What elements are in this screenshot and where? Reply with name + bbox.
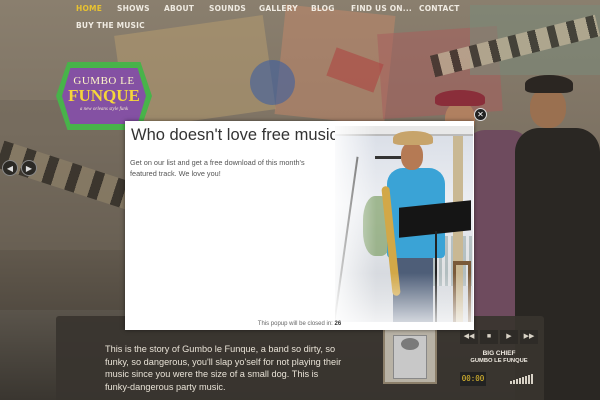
main-nav: HOME SHOWS ABOUT SOUNDS GALLERY BLOG FIN… — [0, 0, 600, 38]
nav-about[interactable]: ABOUT — [164, 4, 194, 13]
band-story-text: This is the story of Gumbo le Funque, a … — [105, 344, 342, 392]
track-time: 00:00 — [460, 372, 486, 386]
band-member-hat — [435, 90, 485, 106]
nav-contact[interactable]: CONTACT — [419, 4, 460, 13]
popup-title: Who doesn't love free music? — [131, 126, 347, 144]
close-icon[interactable]: ✕ — [474, 108, 487, 121]
logo-tagline: a new orleans style funk — [79, 107, 129, 112]
nav-row: HOME SHOWS ABOUT SOUNDS GALLERY BLOG FIN… — [0, 4, 600, 14]
popup-body: Get on our list and get a free download … — [130, 158, 305, 178]
play-icon[interactable]: ▶ — [500, 330, 518, 344]
music-player: ◀◀ ■ ▶ ▶▶ BIG CHIEF GUMBO LE FUNQUE 00:0… — [458, 328, 540, 390]
album-art-badge — [401, 338, 419, 350]
album-art — [383, 328, 437, 384]
nav-buy-the-music[interactable]: BUY THE MUSIC — [76, 21, 145, 30]
mural-panel — [250, 60, 295, 105]
fast-forward-icon[interactable]: ▶▶ — [520, 330, 538, 344]
nav-gallery[interactable]: GALLERY — [259, 4, 298, 13]
chevron-left-icon[interactable]: ◀ — [2, 160, 18, 176]
band-member-hat — [525, 75, 573, 93]
track-artist: GUMBO LE FUNQUE — [470, 358, 528, 364]
nav-row: BUY THE MUSIC — [0, 21, 600, 31]
popup-band-photo — [335, 126, 473, 322]
nav-find-us-on[interactable]: FIND US ON... — [351, 4, 412, 13]
nav-shows[interactable]: SHOWS — [117, 4, 150, 13]
player-controls: ◀◀ ■ ▶ ▶▶ — [460, 330, 538, 344]
popup-countdown: This popup will be closed in: 26 — [125, 321, 474, 327]
rewind-icon[interactable]: ◀◀ — [460, 330, 478, 344]
nav-home[interactable]: HOME — [76, 4, 102, 13]
volume-icon[interactable] — [510, 374, 536, 384]
nav-sounds[interactable]: SOUNDS — [209, 4, 246, 13]
chevron-right-icon[interactable]: ▶ — [21, 160, 37, 176]
stop-icon[interactable]: ■ — [480, 330, 498, 344]
signup-popup: Who doesn't love free music? Get on our … — [125, 121, 474, 330]
popup-countdown-value: 26 — [334, 321, 342, 327]
band-member-head — [530, 88, 566, 128]
popup-countdown-label: This popup will be closed in: — [257, 321, 333, 327]
band-logo[interactable]: GUMBO LE FUNQUE a new orleans style funk — [56, 62, 152, 130]
nav-blog[interactable]: BLOG — [311, 4, 335, 13]
logo-line-2: FUNQUE — [68, 86, 140, 105]
track-title: BIG CHIEF — [482, 350, 516, 357]
